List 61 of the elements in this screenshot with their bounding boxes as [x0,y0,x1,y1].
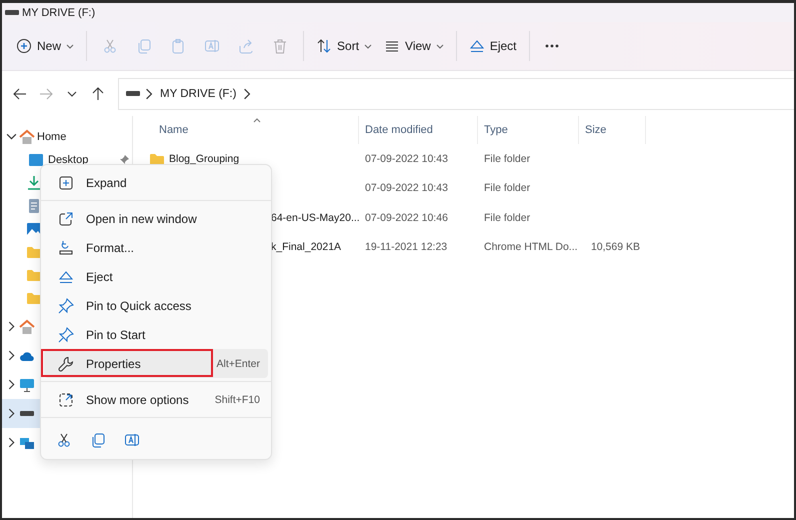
plus-box-icon [58,174,74,190]
chevron-right-icon [6,350,17,361]
sort-button[interactable]: Sort [310,29,378,63]
scissors-icon [56,432,72,448]
menu-item[interactable]: Pin to Quick access [44,291,268,320]
menu-item[interactable]: Eject [44,262,268,291]
download-icon [26,174,42,190]
sidebar-item[interactable]: Home [2,125,132,148]
menu-item[interactable]: Format... [44,233,268,262]
home-icon [19,318,35,334]
menu-item[interactable]: Properties Alt+Enter [44,349,268,378]
type-cell: Chrome HTML Do... [484,241,578,254]
home-icon [19,128,35,144]
address-bar[interactable]: MY DRIVE (F:) [118,78,794,110]
sidebar-item[interactable] [2,399,40,428]
chevron-down-icon [6,131,17,142]
menu-item[interactable]: Expand [44,168,268,197]
column-header[interactable]: Name [133,116,359,144]
type-cell: File folder [484,182,530,194]
open-window-icon [58,210,74,226]
eject-button[interactable]: Eject [462,29,523,63]
format-icon [58,240,74,256]
pin-icon [58,298,74,314]
window-title: MY DRIVE (F:) [22,6,96,18]
column-header[interactable]: Date modified [359,116,478,144]
menu-item[interactable]: Pin to Start [44,320,268,349]
shortcut-text: Shift+F10 [214,394,261,406]
chevron-right-icon [6,408,17,419]
column-header[interactable]: Size [579,116,646,144]
new-button[interactable]: New [10,29,80,63]
view-button[interactable]: View [378,29,450,63]
date-cell: 07-09-2022 10:43 [365,182,448,194]
monitor-icon [19,376,35,392]
type-cell: File folder [484,152,530,165]
eject-icon [58,268,74,284]
file-name[interactable]: 64-en-US-May20... [271,212,360,224]
shortcut-text: Alt+Enter [216,358,261,370]
chevron-right-icon [6,379,17,390]
pin-icon [58,326,74,342]
desktop-icon [28,152,44,168]
drive-icon [19,410,35,417]
menu-item[interactable]: Open in new window [44,204,268,233]
copy-icon [90,432,106,448]
rename-icon [124,432,140,448]
chevron-right-icon [6,437,17,448]
drive-icon [4,9,20,16]
date-cell: 19-11-2021 12:23 [365,241,448,254]
drive-icon [125,90,141,97]
date-cell: 07-09-2022 10:43 [365,152,448,165]
breadcrumb[interactable]: MY DRIVE (F:) [157,88,240,100]
wrench-icon [58,356,74,372]
column-header[interactable]: Type [478,116,579,144]
menu-item[interactable]: Show more options Shift+F10 [44,385,268,414]
file-name[interactable]: k_Final_2021A [271,241,342,254]
size-cell: 10,569 KB [590,241,640,254]
file-name[interactable]: Blog_Grouping [169,152,240,165]
sidebar-item[interactable]: Desktop [2,148,132,171]
chevron-right-icon [6,321,17,332]
more-options-icon [58,392,74,408]
type-cell: File folder [484,212,530,224]
date-cell: 07-09-2022 10:46 [365,212,448,224]
